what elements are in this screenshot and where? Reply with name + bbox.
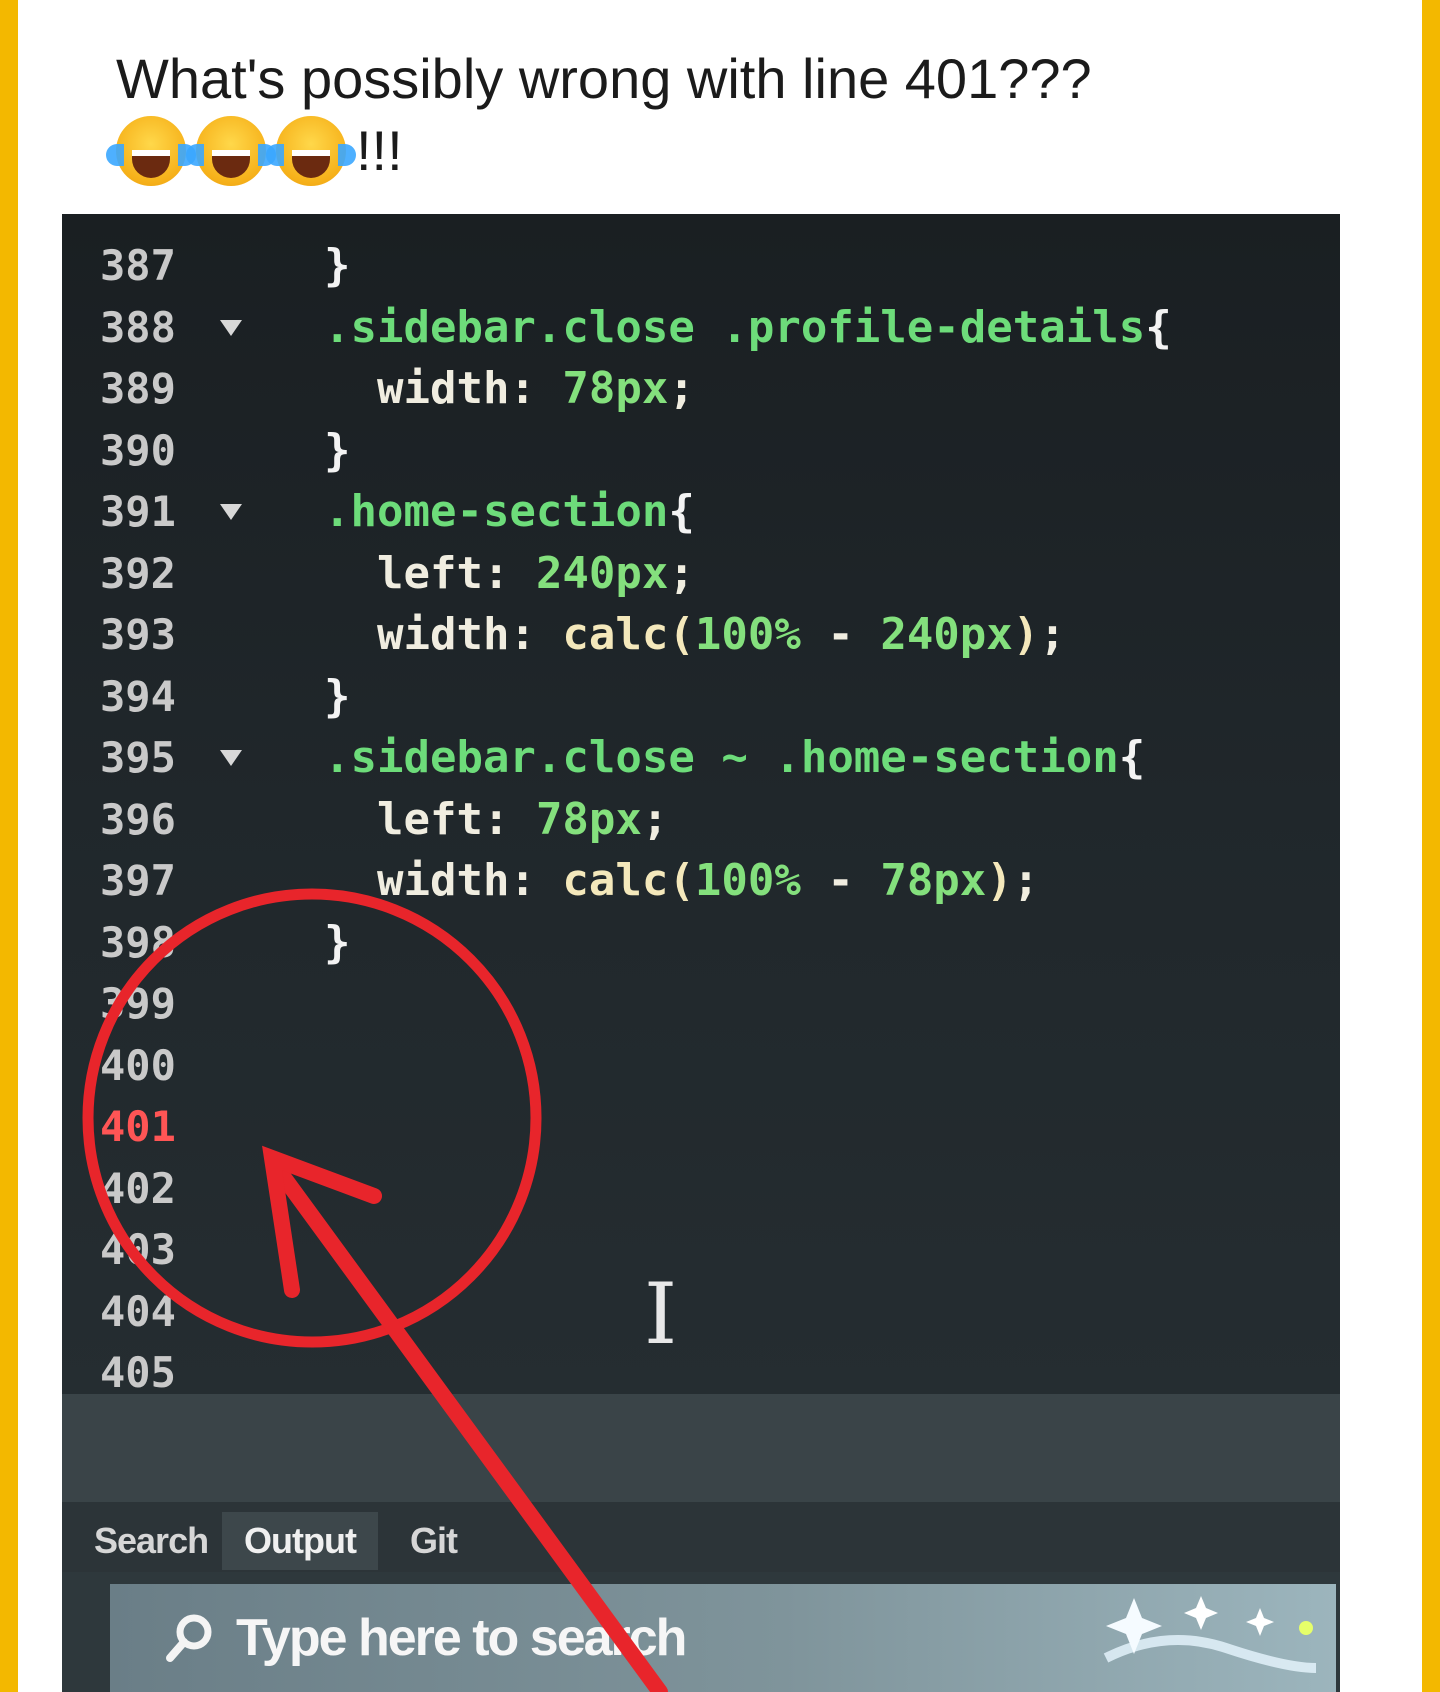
tab-search[interactable]: Search — [94, 1512, 209, 1570]
code-text: left: 78px; — [376, 793, 669, 845]
line-number: 397 — [100, 856, 176, 905]
code-line[interactable]: 393 width: calc(100% - 240px); — [62, 605, 1340, 665]
code-text: } — [324, 424, 351, 476]
fold-arrow-icon[interactable] — [220, 319, 242, 336]
line-number: 396 — [100, 794, 176, 844]
line-number: 393 — [100, 610, 176, 659]
fold-arrow-icon[interactable] — [220, 504, 242, 520]
line-number: 404 — [100, 1286, 176, 1336]
code-text: .sidebar.close .profile-details{ — [324, 301, 1172, 353]
line-number: 399 — [100, 979, 176, 1028]
taskbar-search-box[interactable]: Type here to search — [110, 1584, 1336, 1692]
code-text: } — [324, 670, 351, 722]
code-text: } — [324, 240, 351, 291]
code-line[interactable]: 404 — [62, 1282, 1340, 1342]
line-number: 388 — [100, 302, 176, 352]
caption-line-2: !!! — [106, 116, 1316, 186]
code-line[interactable]: 397 width: calc(100% - 78px); — [62, 851, 1340, 911]
code-line[interactable]: 392 left: 240px; — [62, 544, 1340, 604]
code-line[interactable]: 387} — [62, 236, 1340, 296]
code-text: left: 240px; — [376, 547, 695, 599]
sparkle-decoration-icon — [1103, 1596, 1317, 1673]
code-text: .sidebar.close ~ .home-section{ — [324, 732, 1146, 783]
line-number: 400 — [100, 1040, 176, 1090]
line-number: 402 — [100, 1163, 176, 1213]
post-caption: What's possibly wrong with line 401??? !… — [106, 44, 1316, 186]
tab-git[interactable]: Git — [410, 1512, 458, 1570]
line-number: 387 — [100, 241, 176, 290]
code-line[interactable]: 396 left: 78px; — [62, 790, 1340, 850]
code-line[interactable]: 402 — [62, 1159, 1340, 1219]
code-line[interactable]: 400 — [62, 1036, 1340, 1096]
code-line[interactable]: 399 — [62, 974, 1340, 1034]
code-text: width: calc(100% - 78px); — [376, 855, 1040, 906]
line-number: 398 — [100, 917, 176, 967]
line-number: 389 — [100, 364, 176, 413]
text-cursor-icon: I — [644, 1265, 678, 1363]
code-line[interactable]: 391 .home-section{ — [62, 482, 1340, 542]
code-editor[interactable]: 387} 388 .sidebar.close .profile-details{3… — [62, 214, 1340, 1397]
code-line[interactable]: 395 .sidebar.close ~ .home-section{ — [62, 728, 1340, 788]
search-placeholder: Type here to search — [236, 1609, 687, 1667]
editor-panel-bar — [62, 1394, 1340, 1502]
line-number: 403 — [100, 1225, 176, 1274]
caption-exclamation: !!! — [356, 119, 403, 182]
caption-line-1: What's possibly wrong with line 401??? — [116, 47, 1092, 110]
line-number: 395 — [100, 733, 176, 782]
line-number: 394 — [100, 671, 176, 721]
code-line[interactable]: 403 — [62, 1220, 1340, 1280]
panel-tabs: Search Output Git — [62, 1502, 1340, 1572]
photographed-screen: 387} 388 .sidebar.close .profile-details{3… — [62, 214, 1340, 1692]
code-line[interactable]: 388 .sidebar.close .profile-details{ — [62, 298, 1340, 358]
search-icon — [166, 1614, 212, 1662]
code-line[interactable]: 401 — [62, 1097, 1340, 1157]
code-line[interactable]: 390} — [62, 421, 1340, 481]
tab-output[interactable]: Output — [222, 1512, 378, 1570]
fold-arrow-icon[interactable] — [220, 750, 242, 766]
taskbar: Type here to search — [62, 1572, 1340, 1692]
line-number: 391 — [100, 487, 176, 536]
line-number-error: 401 — [100, 1102, 176, 1151]
tears-of-joy-emoji — [186, 116, 276, 186]
line-number: 392 — [100, 548, 176, 598]
code-line[interactable]: 389 width: 78px; — [62, 359, 1340, 419]
line-number: 390 — [100, 425, 176, 475]
code-text: } — [324, 916, 351, 968]
code-text: width: 78px; — [376, 363, 695, 414]
tears-of-joy-emoji — [106, 116, 196, 186]
code-text: .home-section{ — [324, 486, 695, 537]
code-text: width: calc(100% - 240px); — [376, 609, 1066, 660]
code-line[interactable]: 398} — [62, 913, 1340, 973]
tears-of-joy-emoji — [266, 116, 356, 186]
code-line[interactable]: 394} — [62, 667, 1340, 727]
